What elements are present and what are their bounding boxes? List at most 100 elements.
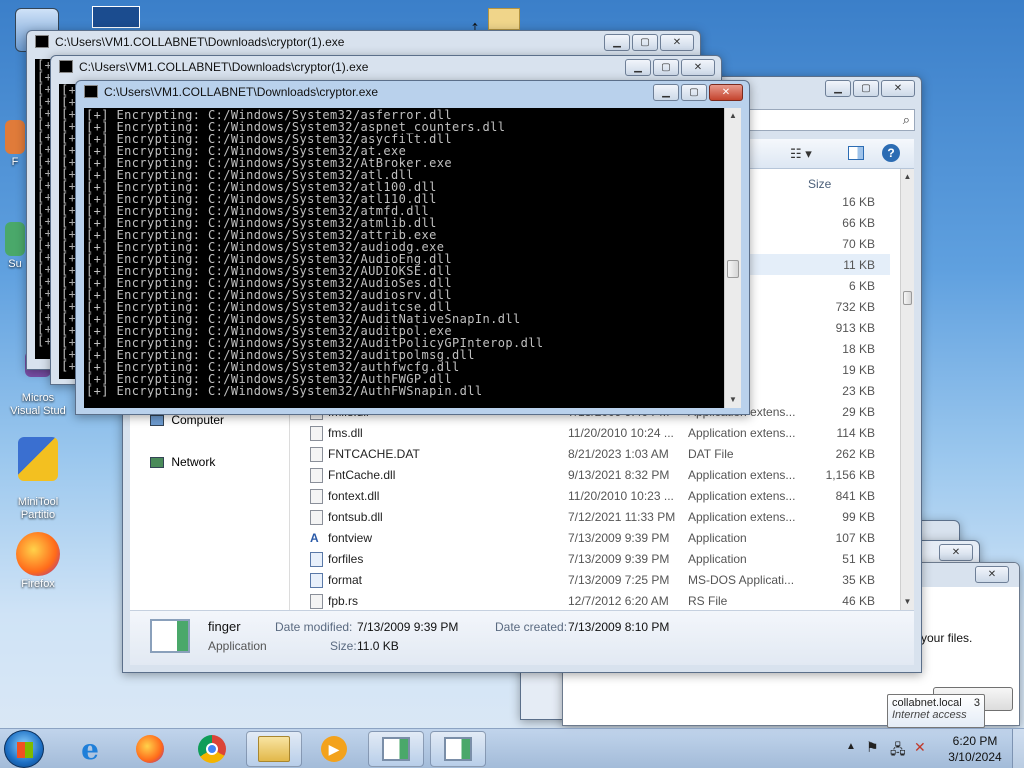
table-row[interactable]: FntCache.dll 9/13/2021 8:32 PM Application… [290, 464, 890, 485]
table-row[interactable]: fontsub.dll 7/12/2021 11:33 PM Application… [290, 506, 890, 527]
table-row[interactable]: forfiles 7/13/2009 9:39 PM Application 51 K… [290, 548, 890, 569]
start-button[interactable] [4, 730, 44, 768]
console-icon [35, 35, 49, 48]
table-row[interactable]: FNTCACHE.DAT 8/21/2023 1:03 AM DAT File 262… [290, 443, 890, 464]
file-name: FNTCACHE.DAT [328, 447, 420, 461]
taskbar-chrome[interactable] [184, 731, 240, 767]
desktop-icon-firefox[interactable]: Firefox [4, 532, 72, 590]
table-row[interactable]: Afontview 7/13/2009 9:39 PM Application 107… [290, 527, 890, 548]
file-type: Application extens... [688, 510, 796, 524]
scroll-up-arrow-icon[interactable]: ▲ [901, 169, 914, 185]
console-titlebar[interactable]: C:\Users\VM1.COLLABNET\Downloads\cryptor… [27, 31, 700, 53]
scroll-up-arrow-icon[interactable]: ▲ [725, 108, 741, 124]
file-type: Application extens... [688, 489, 796, 503]
file-name: fpb.rs [328, 594, 359, 608]
taskbar-internet-explorer[interactable]: e [62, 731, 118, 767]
console-app-icon [382, 737, 410, 761]
file-size: 18 KB [842, 342, 875, 356]
search-box[interactable]: 32 ⌕ [725, 109, 915, 131]
close-button[interactable]: ✕ [709, 84, 743, 101]
minimize-button[interactable]: ▁ [604, 34, 630, 51]
file-icon [310, 447, 323, 462]
window-title: C:\Users\VM1.COLLABNET\Downloads\cryptor… [104, 85, 379, 99]
close-button[interactable]: ✕ [939, 544, 973, 561]
dll-file-icon [310, 489, 323, 504]
maximize-button[interactable]: ▢ [632, 34, 658, 51]
taskbar-media-player[interactable]: ▶ [306, 731, 362, 767]
console-scrollbar[interactable]: ▲ ▼ [724, 108, 741, 408]
close-button[interactable]: ✕ [975, 566, 1009, 583]
console-icon [84, 85, 98, 98]
console-window-active[interactable]: C:\Users\VM1.COLLABNET\Downloads\cryptor… [75, 80, 750, 415]
console-titlebar[interactable]: C:\Users\VM1.COLLABNET\Downloads\cryptor… [51, 56, 721, 78]
file-size: 99 KB [842, 510, 875, 524]
scroll-down-arrow-icon[interactable]: ▼ [725, 392, 741, 408]
close-button[interactable]: ✕ [681, 59, 715, 76]
window-controls: ▁ ▢ ✕ [625, 59, 715, 76]
scrollbar-thumb[interactable] [903, 291, 912, 305]
console-icon [59, 60, 73, 73]
show-hidden-icons-icon[interactable]: ▲ [846, 741, 856, 752]
details-modified-value: 7/13/2009 9:39 PM [357, 620, 459, 634]
folder-icon[interactable] [488, 8, 520, 30]
details-pane: finger Application Date modified: 7/13/2… [130, 610, 914, 665]
file-size: 23 KB [842, 384, 875, 398]
preview-pane-icon[interactable] [848, 146, 864, 160]
desktop-icon-minitool[interactable]: MiniTool Partitio [4, 424, 72, 522]
app-icon [5, 222, 25, 256]
taskbar-cryptor-console-2[interactable] [430, 731, 486, 767]
details-modified-label: Date modified: [275, 620, 353, 634]
table-row[interactable]: fontext.dll 11/20/2010 10:23 ... Applicati… [290, 485, 890, 506]
scroll-down-arrow-icon[interactable]: ▼ [901, 594, 914, 610]
action-center-flag-icon[interactable]: ⚑ [866, 739, 879, 756]
minimize-button[interactable]: ▁ [825, 80, 851, 97]
maximize-button[interactable]: ▢ [653, 59, 679, 76]
desktop-icon-label: MiniTool Partitio [17, 496, 59, 521]
file-list-scrollbar[interactable]: ▲ ▼ [900, 169, 914, 610]
taskbar-windows-explorer[interactable] [246, 731, 302, 767]
table-row[interactable]: format 7/13/2009 7:25 PM MS-DOS Applicati.… [290, 569, 890, 590]
file-type: MS-DOS Applicati... [688, 573, 795, 587]
maximize-button[interactable]: ▢ [853, 80, 879, 97]
view-options-icon[interactable]: ☷ ▾ [790, 146, 812, 162]
network-tray-icon[interactable]: 🖧 [890, 739, 906, 763]
table-row[interactable]: fms.dll 11/20/2010 10:24 ... Application e… [290, 422, 890, 443]
chrome-icon [198, 735, 226, 763]
system-clock[interactable]: 6:20 PM 3/10/2024 [940, 733, 1010, 765]
maximize-button[interactable]: ▢ [681, 84, 707, 101]
file-size: 51 KB [842, 552, 875, 566]
taskbar-cryptor-console-1[interactable] [368, 731, 424, 767]
video-app-icon[interactable] [92, 6, 140, 28]
nav-item-computer[interactable]: Computer [150, 413, 224, 427]
help-icon[interactable]: ? [882, 144, 900, 162]
media-player-icon: ▶ [321, 736, 347, 762]
file-size: 114 KB [836, 426, 875, 440]
minimize-button[interactable]: ▁ [625, 59, 651, 76]
file-date: 7/13/2009 7:25 PM [568, 573, 670, 587]
close-button[interactable]: ✕ [881, 80, 915, 97]
file-type: Application [688, 531, 747, 545]
file-size: 1,156 KB [825, 468, 875, 482]
close-button[interactable]: ✕ [660, 34, 694, 51]
file-size: 841 KB [835, 489, 875, 503]
file-date: 12/7/2012 6:20 AM [568, 594, 669, 608]
network-status: Internet access [892, 709, 967, 721]
file-type: DAT File [688, 447, 734, 461]
minimize-button[interactable]: ▁ [653, 84, 679, 101]
volume-muted-icon[interactable]: ✕ [914, 739, 926, 756]
computer-icon [150, 415, 164, 427]
scrollbar-thumb[interactable] [727, 260, 739, 278]
firefox-icon [16, 532, 60, 576]
window-title: C:\Users\VM1.COLLABNET\Downloads\cryptor… [79, 60, 369, 74]
dll-file-icon [310, 468, 323, 483]
search-icon[interactable]: ⌕ [903, 112, 910, 128]
console-titlebar[interactable]: C:\Users\VM1.COLLABNET\Downloads\cryptor… [76, 81, 749, 103]
file-name: fontext.dll [328, 489, 380, 503]
show-desktop-button[interactable] [1012, 729, 1024, 768]
nav-item-network[interactable]: Network [150, 455, 215, 469]
nav-item-label: Computer [171, 413, 225, 427]
dos-application-icon [310, 573, 323, 588]
taskbar-firefox[interactable] [122, 731, 178, 767]
table-row[interactable]: fpb.rs 12/7/2012 6:20 AM RS File 46 KB [290, 590, 890, 611]
details-size-value: 11.0 KB [357, 639, 399, 653]
